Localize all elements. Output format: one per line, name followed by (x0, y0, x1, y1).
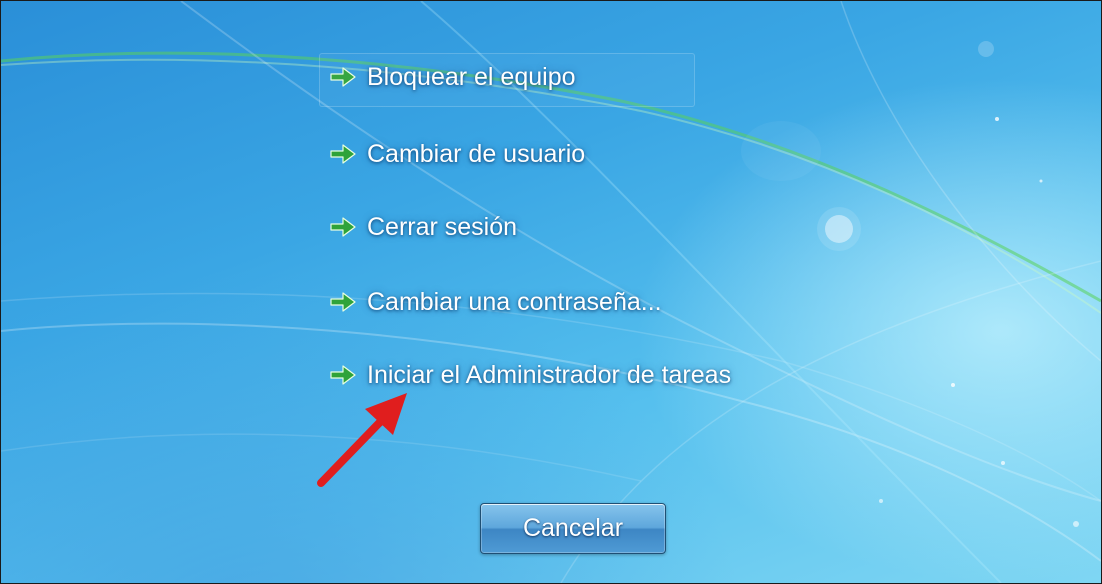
menu-item-label: Cambiar una contraseña... (367, 287, 662, 316)
menu-item-label: Bloquear el equipo (367, 62, 576, 91)
menu-item-switch-user[interactable]: Cambiar de usuario (329, 134, 585, 174)
green-arrow-icon (330, 365, 356, 385)
menu-item-change-password[interactable]: Cambiar una contraseña... (329, 282, 662, 322)
cancel-button[interactable]: Cancelar (480, 503, 666, 554)
menu-item-label: Cerrar sesión (367, 212, 518, 241)
green-arrow-icon (330, 292, 356, 312)
green-arrow-icon (330, 144, 356, 164)
menu-item-label: Iniciar el Administrador de tareas (367, 360, 732, 389)
green-arrow-icon (330, 67, 356, 87)
menu-item-log-off[interactable]: Cerrar sesión (329, 207, 517, 247)
menu-item-label: Cambiar de usuario (367, 139, 586, 168)
red-annotation-arrow-icon (317, 393, 407, 487)
green-arrow-icon (330, 217, 356, 237)
menu-item-lock-computer[interactable]: Bloquear el equipo (319, 53, 695, 107)
ctrl-alt-del-screen: Bloquear el equipo Cambiar de usuario Ce… (0, 0, 1102, 584)
